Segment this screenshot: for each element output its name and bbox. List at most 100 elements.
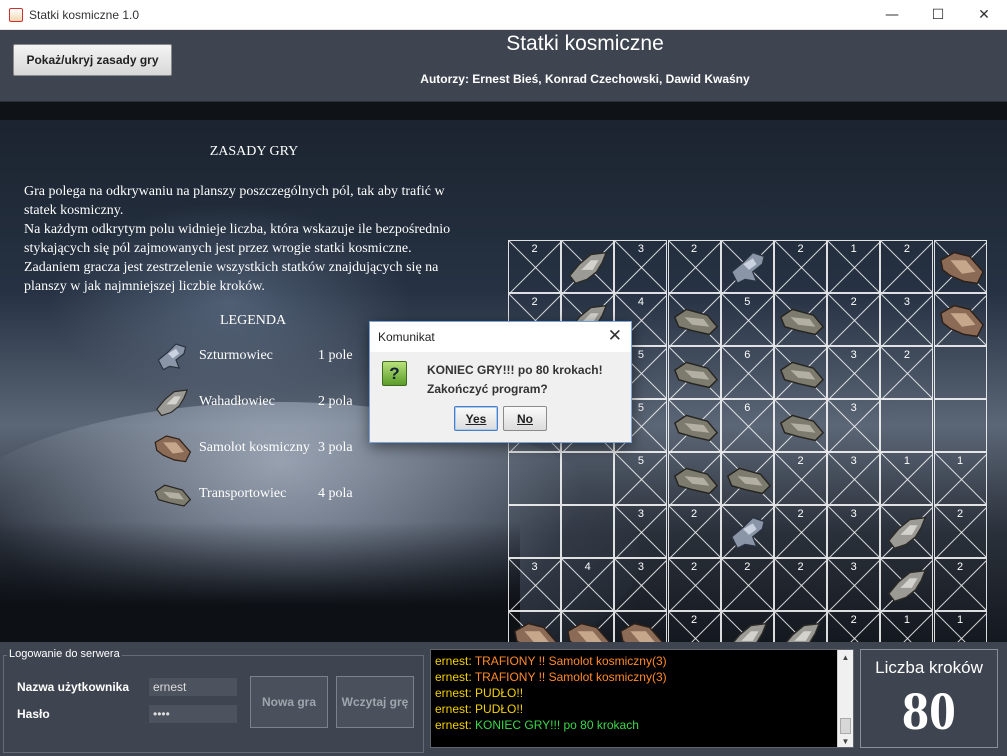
board-cell[interactable]: 2 xyxy=(880,346,934,399)
board-cell[interactable]: 2 xyxy=(774,452,827,505)
board-cell[interactable]: 2 xyxy=(827,293,881,346)
toggle-rules-button[interactable]: Pokaż/ukryj zasady gry xyxy=(13,44,172,76)
board-cell[interactable]: 3 xyxy=(614,558,668,611)
board-cell[interactable]: 3 xyxy=(827,346,881,399)
board-cell[interactable] xyxy=(774,293,827,346)
board-cell[interactable]: 3 xyxy=(614,240,668,293)
board-cell[interactable]: 6 xyxy=(720,399,774,452)
board-cell[interactable]: 2 xyxy=(667,558,721,611)
legend-ship-name: Transportowiec xyxy=(199,486,287,501)
transport-ship-icon xyxy=(779,308,825,336)
board-cell[interactable]: 2 xyxy=(774,240,827,293)
window-title: Statki kosmiczne 1.0 xyxy=(29,7,140,22)
board-cell[interactable]: 3 xyxy=(614,505,668,558)
dialog-message-line1: KONIEC GRY!!! po 80 krokach! xyxy=(427,363,603,377)
no-button[interactable]: No xyxy=(503,406,547,431)
board-cell[interactable] xyxy=(720,240,774,293)
board-cell[interactable]: 3 xyxy=(508,558,561,611)
board-cell[interactable]: 2 xyxy=(880,240,934,293)
board-cell[interactable] xyxy=(774,346,827,399)
minimize-button[interactable]: — xyxy=(869,0,915,30)
board-cell[interactable]: 2 xyxy=(667,240,721,293)
board-cell[interactable] xyxy=(561,505,615,558)
board-cell[interactable]: 2 xyxy=(827,611,881,642)
board-cell[interactable] xyxy=(667,293,721,346)
spaceplane-ship-icon xyxy=(567,622,611,642)
header-panel: Pokaż/ukryj zasady gry Statki kosmiczne … xyxy=(0,30,1007,102)
board-cell[interactable]: 3 xyxy=(827,452,881,505)
cell-count: 2 xyxy=(850,614,857,626)
board-cell[interactable] xyxy=(561,452,615,505)
spaceplane-ship-icon xyxy=(939,251,984,285)
scroll-down-icon[interactable]: ▼ xyxy=(838,734,853,747)
scroll-thumb[interactable] xyxy=(840,718,851,734)
board-cell[interactable]: 1 xyxy=(827,240,881,293)
maximize-button[interactable]: ☐ xyxy=(915,0,961,30)
board-cell[interactable] xyxy=(774,611,827,642)
message-log[interactable]: ernest: TRAFIONY !! Samolot kosmiczny(3)… xyxy=(430,649,854,748)
board-cell[interactable] xyxy=(880,399,934,452)
board-cell[interactable] xyxy=(508,452,561,505)
legend-row: Wahadłowiec 2 pola xyxy=(150,382,370,422)
cell-count: 2 xyxy=(957,508,964,520)
board-cell[interactable] xyxy=(774,399,827,452)
log-line: ernest: PUDŁO!! xyxy=(435,701,853,717)
board-cell[interactable]: 3 xyxy=(827,558,881,611)
spaceplane-ship-icon xyxy=(620,622,664,642)
board-cell[interactable]: 3 xyxy=(827,399,881,452)
username-input[interactable]: ernest xyxy=(149,678,237,696)
board-cell[interactable] xyxy=(508,505,561,558)
board-cell[interactable] xyxy=(667,346,721,399)
spaceplane-ship-icon xyxy=(514,622,558,642)
window-titlebar: Statki kosmiczne 1.0 — ☐ ✕ xyxy=(0,0,1007,30)
password-label: Hasło xyxy=(17,707,50,721)
board-cell[interactable]: 1 xyxy=(880,611,934,642)
board-cell[interactable] xyxy=(508,611,561,642)
board-cell[interactable]: 2 xyxy=(933,558,987,611)
board-cell[interactable] xyxy=(933,346,987,399)
board-cell[interactable]: 5 xyxy=(720,293,774,346)
board-cell[interactable]: 2 xyxy=(933,505,987,558)
board-cell[interactable] xyxy=(667,399,721,452)
step-counter: Liczba kroków 80 xyxy=(860,649,998,748)
board-cell[interactable] xyxy=(720,505,774,558)
password-input[interactable]: •••• xyxy=(149,705,237,723)
board-cell[interactable] xyxy=(933,293,987,346)
board-cell[interactable] xyxy=(614,611,668,642)
board-cell[interactable] xyxy=(720,452,774,505)
load-game-button[interactable]: Wczytaj grę xyxy=(336,676,414,728)
board-cell[interactable]: 3 xyxy=(827,505,881,558)
board-cell[interactable]: 2 xyxy=(774,505,827,558)
scroll-up-icon[interactable]: ▲ xyxy=(838,650,853,665)
cell-count: 3 xyxy=(637,561,644,573)
board-cell[interactable] xyxy=(933,399,987,452)
dialog-close-icon[interactable]: ✕ xyxy=(608,326,622,346)
board-cell[interactable] xyxy=(561,611,615,642)
board-cell[interactable] xyxy=(933,240,987,293)
board-cell[interactable]: 4 xyxy=(561,558,615,611)
cell-count: 3 xyxy=(850,349,857,361)
board-cell[interactable]: 2 xyxy=(667,611,721,642)
board-cell[interactable] xyxy=(720,611,774,642)
log-line: ernest: TRAFIONY !! Samolot kosmiczny(3) xyxy=(435,653,853,669)
rules-text: Gra polega na odkrywaniu na planszy posz… xyxy=(24,184,451,294)
board-cell[interactable]: 5 xyxy=(614,452,668,505)
new-game-button[interactable]: Nowa gra xyxy=(250,676,328,728)
log-scrollbar[interactable]: ▲ ▼ xyxy=(837,650,853,747)
board-cell[interactable]: 2 xyxy=(508,240,561,293)
board-cell[interactable]: 3 xyxy=(880,293,934,346)
board-cell[interactable] xyxy=(880,558,934,611)
close-window-button[interactable]: ✕ xyxy=(961,0,1007,30)
board-cell[interactable] xyxy=(561,240,615,293)
board-cell[interactable]: 2 xyxy=(774,558,827,611)
java-app-icon xyxy=(9,7,23,22)
board-cell[interactable]: 1 xyxy=(933,611,987,642)
board-cell[interactable] xyxy=(667,452,721,505)
board-cell[interactable]: 6 xyxy=(720,346,774,399)
board-cell[interactable]: 2 xyxy=(667,505,721,558)
board-cell[interactable] xyxy=(880,505,934,558)
board-cell[interactable]: 2 xyxy=(720,558,774,611)
yes-button[interactable]: Yes xyxy=(454,406,498,431)
board-cell[interactable]: 1 xyxy=(933,452,987,505)
board-cell[interactable]: 1 xyxy=(880,452,934,505)
